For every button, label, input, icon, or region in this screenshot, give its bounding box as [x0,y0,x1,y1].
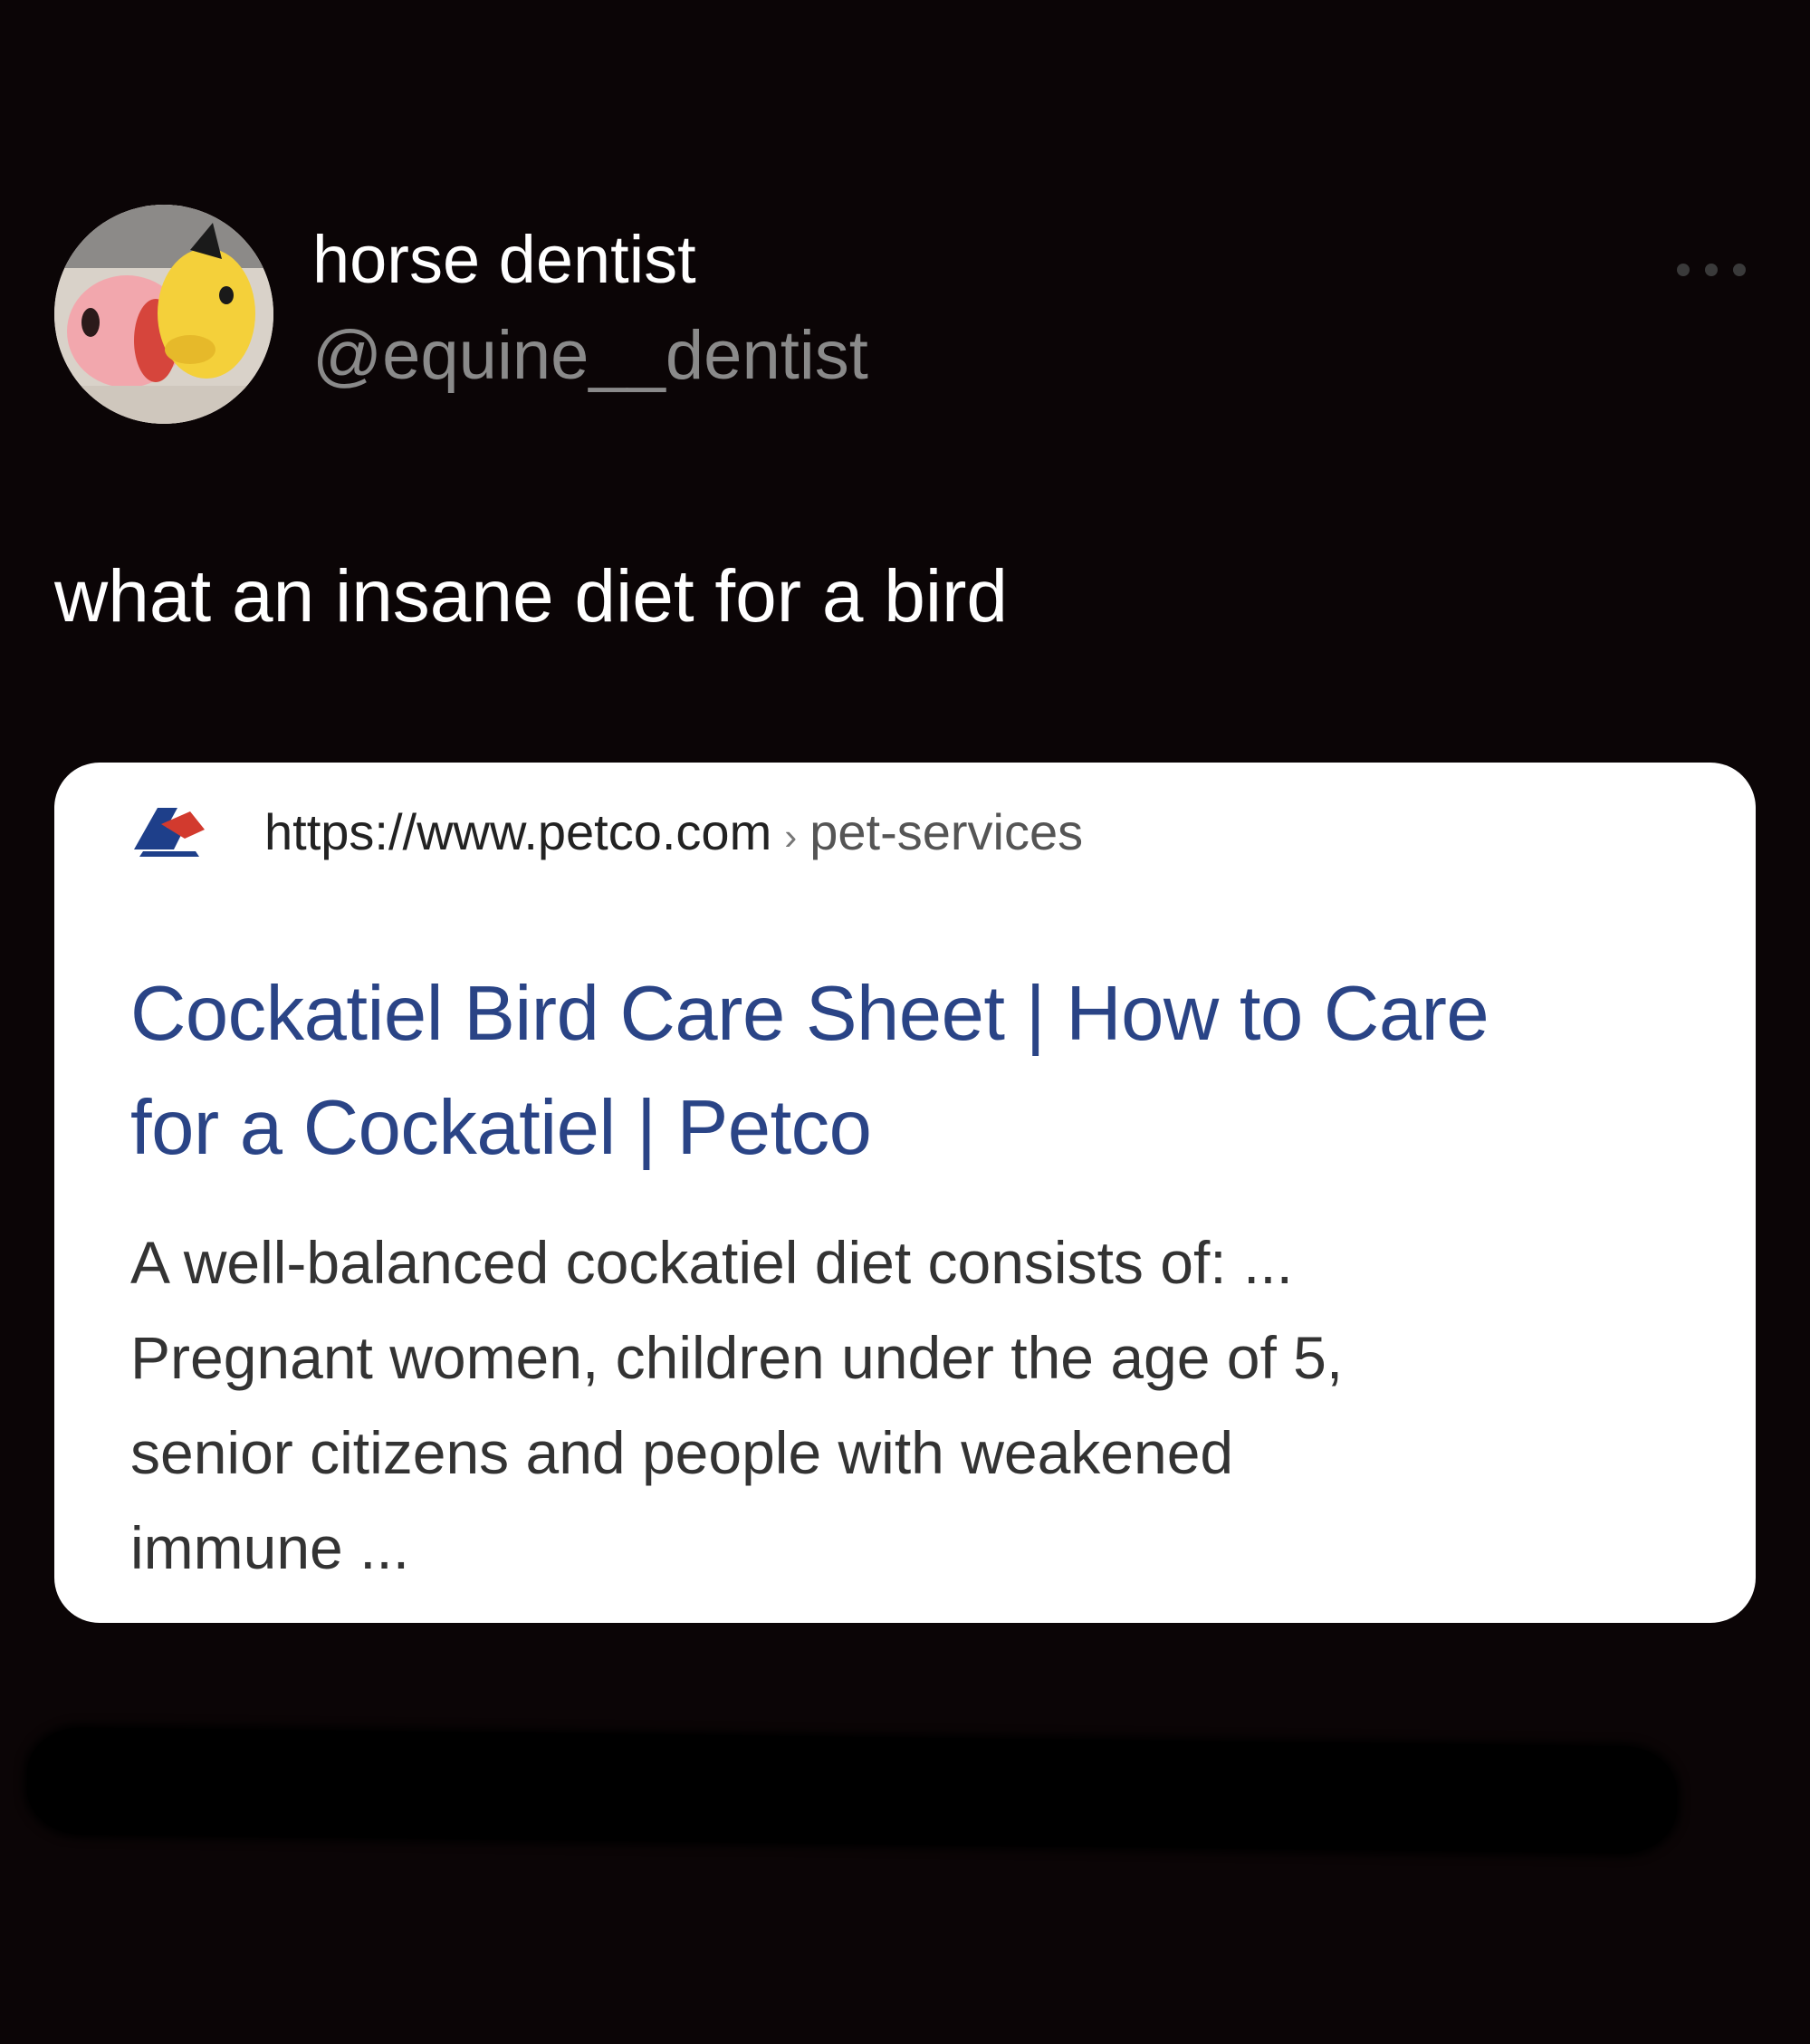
more-dots-icon [1705,264,1718,276]
avatar[interactable] [54,205,273,424]
avatar-image [54,205,273,424]
snippet-line: immune ... [130,1514,410,1581]
post-view: horse dentist @equine__dentist what an i… [0,0,1810,2044]
author-handle[interactable]: @equine__dentist [312,321,868,390]
more-dots-icon [1733,264,1746,276]
petco-logo-icon [134,808,205,857]
result-title-line: Cockatiel Bird Care Sheet | How to Care [130,971,1489,1057]
more-dots-icon [1677,264,1690,276]
search-result-card[interactable]: https://www.petco.com › pet-services Cocka… [54,763,1756,1623]
snippet-line: A well-balanced cockatiel diet consists … [130,1229,1293,1296]
snippet-line: senior citizens and people with weakened [130,1419,1234,1486]
snippet-line: Pregnant women, children under the age o… [130,1324,1344,1391]
redaction-bar [26,1726,1678,1855]
result-url[interactable]: https://www.petco.com › pet-services [264,802,1083,867]
breadcrumb-separator: › [784,815,798,858]
result-snippet: A well-balanced cockatiel diet consists … [130,1215,1724,1596]
result-title-link[interactable]: Cockatiel Bird Care Sheet | How to Care … [130,957,1724,1185]
author-display-name[interactable]: horse dentist [312,226,696,293]
result-url-domain: https://www.petco.com [264,803,772,860]
result-url-path: pet-services [809,803,1084,860]
result-title-line: for a Cockatiel | Petco [130,1085,872,1171]
post-text: what an insane diet for a bird [54,555,1008,638]
more-options-button[interactable] [1677,252,1746,288]
